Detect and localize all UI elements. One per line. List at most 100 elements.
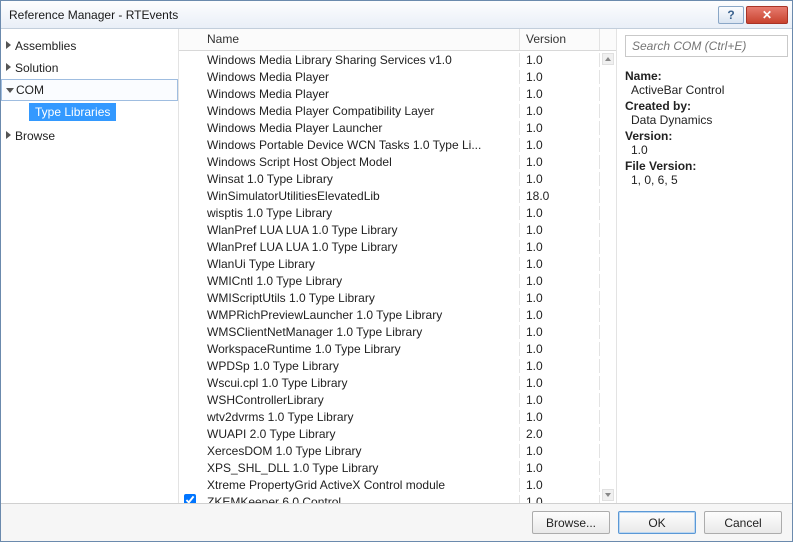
nav-com[interactable]: COM <box>1 79 178 101</box>
detail-filever-value: 1, 0, 6, 5 <box>631 173 784 187</box>
search-input[interactable] <box>626 39 793 53</box>
col-pad <box>600 29 616 50</box>
row-name: Windows Media Player <box>201 70 520 84</box>
browse-button[interactable]: Browse... <box>532 511 610 534</box>
row-version: 1.0 <box>520 495 600 504</box>
details-panel: Name: ActiveBar Control Created by: Data… <box>625 67 784 187</box>
row-name: wisptis 1.0 Type Library <box>201 206 520 220</box>
table-row[interactable]: WMSClientNetManager 1.0 Type Library1.0 <box>179 323 616 340</box>
row-version: 1.0 <box>520 223 600 237</box>
detail-name-label: Name: <box>625 69 784 83</box>
row-name: Windows Media Library Sharing Services v… <box>201 53 520 67</box>
table-row[interactable]: wtv2dvrms 1.0 Type Library1.0 <box>179 408 616 425</box>
close-button[interactable]: ✕ <box>746 6 788 24</box>
help-button[interactable]: ? <box>718 6 744 24</box>
col-name-header[interactable]: Name <box>201 29 520 50</box>
row-name: Windows Portable Device WCN Tasks 1.0 Ty… <box>201 138 520 152</box>
row-version: 1.0 <box>520 138 600 152</box>
row-version: 1.0 <box>520 461 600 475</box>
detail-version-value: 1.0 <box>631 143 784 157</box>
row-name: XPS_SHL_DLL 1.0 Type Library <box>201 461 520 475</box>
col-check <box>179 29 201 50</box>
table-row[interactable]: WMPRichPreviewLauncher 1.0 Type Library1… <box>179 306 616 323</box>
row-version: 1.0 <box>520 257 600 271</box>
table-row[interactable]: Windows Media Player Compatibility Layer… <box>179 102 616 119</box>
nav-browse-label: Browse <box>15 129 55 143</box>
nav-solution[interactable]: Solution <box>1 57 178 79</box>
nav-type-libraries-label: Type Libraries <box>35 105 110 119</box>
list-body: Windows Media Library Sharing Services v… <box>179 51 616 503</box>
row-version: 1.0 <box>520 444 600 458</box>
row-name: Wscui.cpl 1.0 Type Library <box>201 376 520 390</box>
table-row[interactable]: Winsat 1.0 Type Library1.0 <box>179 170 616 187</box>
row-version: 1.0 <box>520 172 600 186</box>
table-row[interactable]: WorkspaceRuntime 1.0 Type Library1.0 <box>179 340 616 357</box>
nav-type-libraries[interactable]: Type Libraries <box>29 103 116 121</box>
scroll-down-icon[interactable] <box>602 489 614 501</box>
row-name: WMIScriptUtils 1.0 Type Library <box>201 291 520 305</box>
table-row[interactable]: Windows Media Player1.0 <box>179 68 616 85</box>
table-row[interactable]: WMIScriptUtils 1.0 Type Library1.0 <box>179 289 616 306</box>
row-version: 1.0 <box>520 342 600 356</box>
row-name: WlanPref LUA LUA 1.0 Type Library <box>201 223 520 237</box>
nav-assemblies[interactable]: Assemblies <box>1 35 178 57</box>
row-name: Windows Media Player <box>201 87 520 101</box>
table-row[interactable]: WlanUi Type Library1.0 <box>179 255 616 272</box>
nav-assemblies-label: Assemblies <box>15 39 76 53</box>
table-row[interactable]: Windows Media Player1.0 <box>179 85 616 102</box>
row-name: WlanPref LUA LUA 1.0 Type Library <box>201 240 520 254</box>
table-row[interactable]: Xtreme PropertyGrid ActiveX Control modu… <box>179 476 616 493</box>
ok-button[interactable]: OK <box>618 511 696 534</box>
table-row[interactable]: Windows Media Player Launcher1.0 <box>179 119 616 136</box>
table-row[interactable]: ZKEMKeeper 6.0 Control1.0 <box>179 493 616 503</box>
row-name: WPDSp 1.0 Type Library <box>201 359 520 373</box>
cancel-button[interactable]: Cancel <box>704 511 782 534</box>
footer: Browse... OK Cancel <box>1 503 792 541</box>
table-row[interactable]: XPS_SHL_DLL 1.0 Type Library1.0 <box>179 459 616 476</box>
row-version: 1.0 <box>520 308 600 322</box>
search-box[interactable]: 🔍 <box>625 35 788 57</box>
row-name: Windows Script Host Object Model <box>201 155 520 169</box>
row-version: 1.0 <box>520 359 600 373</box>
table-row[interactable]: WlanPref LUA LUA 1.0 Type Library1.0 <box>179 238 616 255</box>
table-row[interactable]: WinSimulatorUtilitiesElevatedLib18.0 <box>179 187 616 204</box>
row-checkbox[interactable] <box>184 494 196 503</box>
table-row[interactable]: WSHControllerLibrary1.0 <box>179 391 616 408</box>
row-version: 1.0 <box>520 393 600 407</box>
table-row[interactable]: Windows Media Library Sharing Services v… <box>179 51 616 68</box>
row-name: Windows Media Player Launcher <box>201 121 520 135</box>
content-area: Assemblies Solution COM Type Libraries B… <box>1 29 792 541</box>
table-row[interactable]: WMICntl 1.0 Type Library1.0 <box>179 272 616 289</box>
row-version: 1.0 <box>520 376 600 390</box>
table-row[interactable]: WUAPI 2.0 Type Library2.0 <box>179 425 616 442</box>
scroll-up-icon[interactable] <box>602 53 614 65</box>
row-version: 1.0 <box>520 121 600 135</box>
detail-version-label: Version: <box>625 129 784 143</box>
detail-created-label: Created by: <box>625 99 784 113</box>
titlebar: Reference Manager - RTEvents ? ✕ <box>1 1 792 29</box>
table-row[interactable]: WlanPref LUA LUA 1.0 Type Library1.0 <box>179 221 616 238</box>
table-row[interactable]: Wscui.cpl 1.0 Type Library1.0 <box>179 374 616 391</box>
table-row[interactable]: Windows Script Host Object Model1.0 <box>179 153 616 170</box>
row-name: WMSClientNetManager 1.0 Type Library <box>201 325 520 339</box>
table-row[interactable]: WPDSp 1.0 Type Library1.0 <box>179 357 616 374</box>
row-name: wtv2dvrms 1.0 Type Library <box>201 410 520 424</box>
list-header: Name Version <box>179 29 616 51</box>
nav-com-label: COM <box>16 83 44 97</box>
row-name: Xtreme PropertyGrid ActiveX Control modu… <box>201 478 520 492</box>
table-row[interactable]: Windows Portable Device WCN Tasks 1.0 Ty… <box>179 136 616 153</box>
help-icon: ? <box>727 8 734 22</box>
table-row[interactable]: wisptis 1.0 Type Library1.0 <box>179 204 616 221</box>
row-version: 1.0 <box>520 274 600 288</box>
row-version: 18.0 <box>520 189 600 203</box>
titlebar-buttons: ? ✕ <box>718 6 788 24</box>
col-version-header[interactable]: Version <box>520 29 600 50</box>
table-row[interactable]: XercesDOM 1.0 Type Library1.0 <box>179 442 616 459</box>
row-version: 2.0 <box>520 427 600 441</box>
right-pane: 🔍 Name: ActiveBar Control Created by: Da… <box>617 29 792 503</box>
row-version: 1.0 <box>520 291 600 305</box>
row-name: Winsat 1.0 Type Library <box>201 172 520 186</box>
nav-browse[interactable]: Browse <box>1 125 178 147</box>
close-icon: ✕ <box>762 8 772 22</box>
detail-filever-label: File Version: <box>625 159 784 173</box>
